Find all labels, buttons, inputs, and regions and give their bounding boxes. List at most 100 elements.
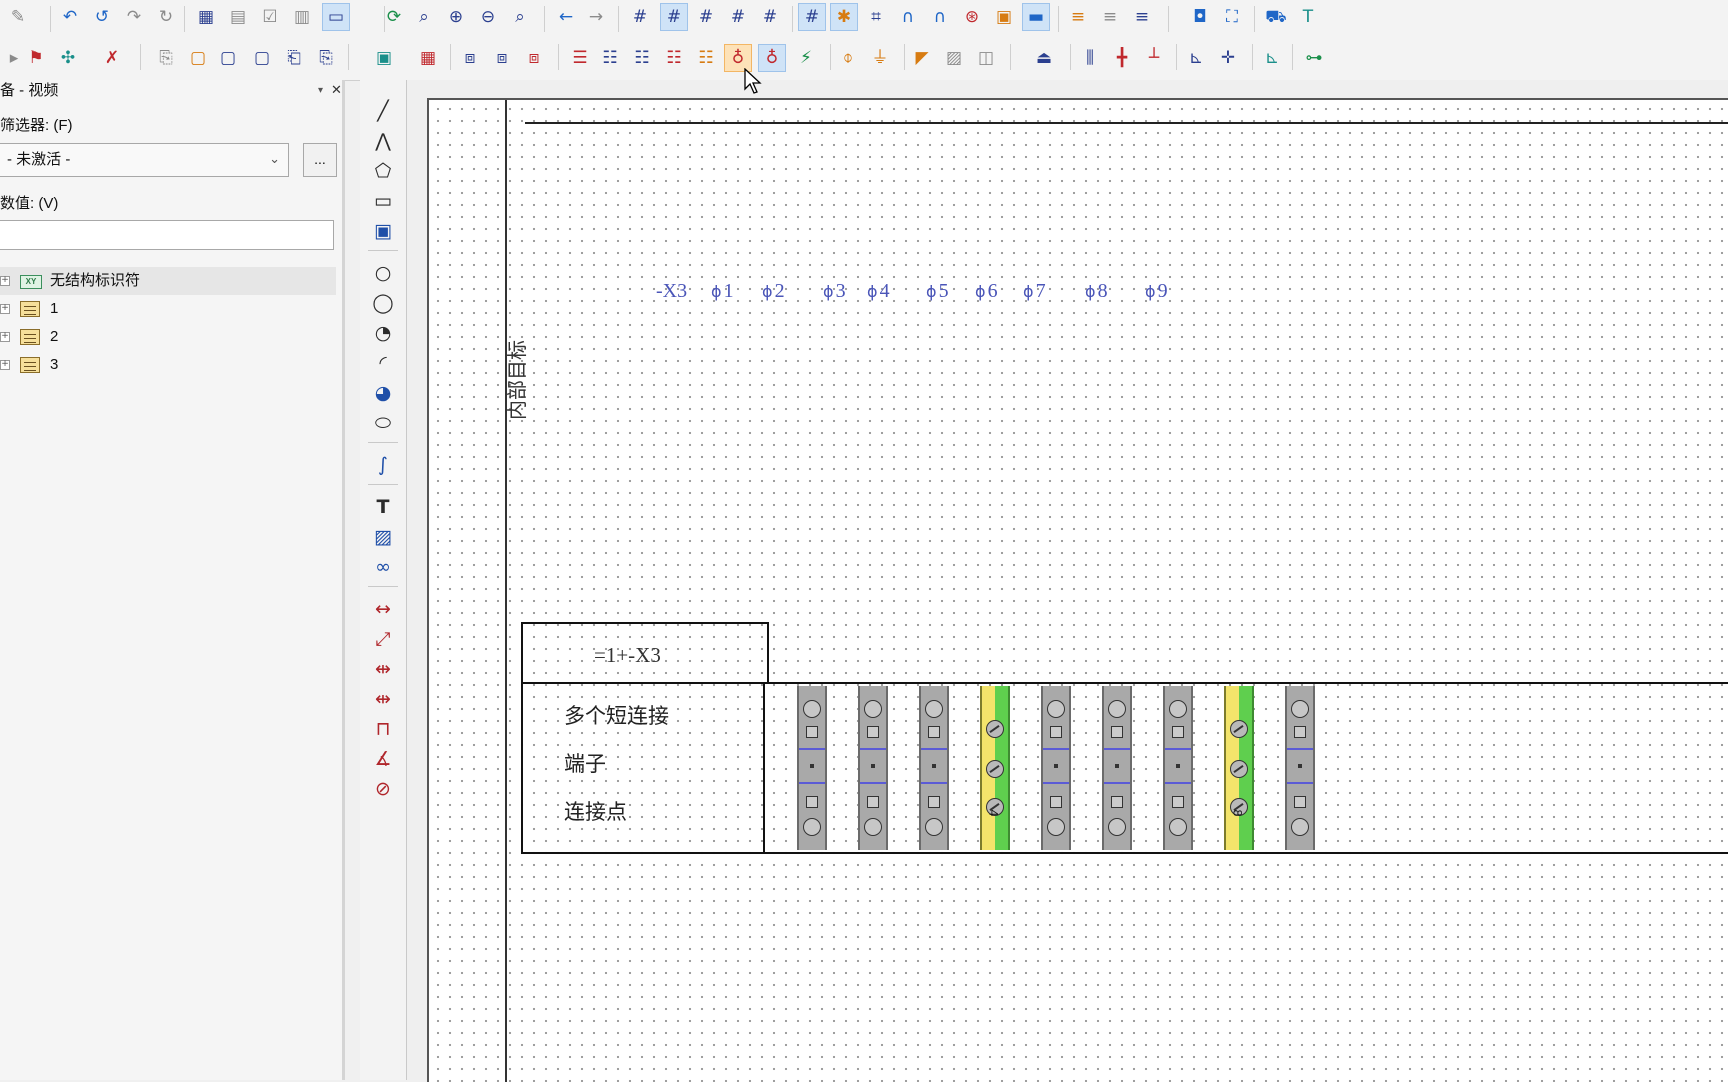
terminal-label[interactable]: ϕ6 [975, 280, 998, 303]
spline-icon[interactable]: ∫ [369, 452, 397, 478]
page-properties-icon[interactable]: ▢ [214, 44, 242, 72]
snap-point-icon[interactable]: ⌗ [862, 3, 890, 31]
tee-connect-icon[interactable]: ┴ [1140, 44, 1168, 72]
sector-icon[interactable]: ◕ [369, 380, 397, 406]
tree-item-structure[interactable]: + XY 无结构标识符 [0, 267, 336, 295]
page-next-icon[interactable]: ⎘ [312, 44, 340, 72]
shield-cable-icon[interactable]: ⏚ [866, 44, 894, 72]
expand-icon[interactable]: + [0, 332, 10, 342]
terminal-block[interactable] [1041, 686, 1071, 850]
lines-b-icon[interactable]: ≡ [1096, 3, 1124, 31]
brush-icon[interactable]: ✎ [4, 3, 32, 31]
terminal-label[interactable]: ϕ7 [1023, 280, 1046, 303]
symbol-a-icon[interactable]: ⧈ [456, 44, 484, 72]
graphic-edit-icon[interactable]: ▣ [370, 44, 398, 72]
terminal-label[interactable]: ϕ4 [867, 280, 890, 303]
tree-item-1[interactable]: + 1 [0, 295, 336, 323]
symbol-b-icon[interactable]: ⧈ [488, 44, 516, 72]
layer-icon[interactable]: ▣ [990, 3, 1018, 31]
input-assist-icon[interactable]: ⊛ [958, 3, 986, 31]
terminal-label[interactable]: ϕ2 [762, 280, 785, 303]
undo-icon[interactable]: ↶ [56, 3, 84, 31]
strip-designation[interactable]: -X3 [656, 280, 687, 303]
terminal-label[interactable]: ϕ8 [1085, 280, 1108, 303]
dimension-chain-icon[interactable]: ⇹ [369, 656, 397, 682]
cable-icon[interactable]: ⌽ [834, 44, 862, 72]
terminal-number-icon[interactable]: ☷ [692, 44, 720, 72]
pe-terminal-block[interactable]: 8 [1224, 686, 1254, 850]
filter-select[interactable]: - 未激活 - ⌄ [0, 143, 289, 177]
terminal-label[interactable]: ϕ3 [823, 280, 846, 303]
flag-page-icon[interactable]: ⚑ [22, 44, 50, 72]
forward-arrow-icon[interactable]: → [582, 3, 610, 31]
pe-terminal-block[interactable]: 4 [980, 686, 1010, 850]
terminal-label[interactable]: ϕ1 [711, 280, 734, 303]
grid-d-icon[interactable]: # [724, 3, 752, 31]
image-icon[interactable]: ▨ [369, 524, 397, 550]
cart-icon[interactable]: ⛟ [1262, 3, 1290, 31]
lines-c-icon[interactable]: ≡ [1128, 3, 1156, 31]
window-icon[interactable]: ▭ [322, 3, 350, 31]
hatch-icon[interactable]: ▨ [940, 44, 968, 72]
dimension-angle-icon[interactable]: ∡ [369, 746, 397, 772]
grid-c-icon[interactable]: # [692, 3, 720, 31]
terminal-block[interactable] [919, 686, 949, 850]
page-layout-icon[interactable]: ▦ [192, 3, 220, 31]
angle-down-icon[interactable]: ⊾ [1182, 44, 1210, 72]
terminal-move-icon[interactable]: ☷ [628, 44, 656, 72]
new-page-icon[interactable]: ▢ [184, 44, 212, 72]
arc-3pt-icon[interactable]: ◜ [369, 350, 397, 376]
arc-icon[interactable]: ◔ [369, 320, 397, 346]
text-frame-icon[interactable]: T [1294, 3, 1322, 31]
refresh-icon[interactable]: ⟳ [380, 3, 408, 31]
copy-page-icon[interactable]: ⎘ [152, 44, 180, 72]
text-box-icon[interactable]: ▣ [369, 218, 397, 244]
terminal-block[interactable] [1285, 686, 1315, 850]
line-icon[interactable]: ╱ [369, 98, 397, 124]
more-button[interactable]: ... [303, 143, 337, 177]
expand-icon[interactable]: + [0, 304, 10, 314]
dimension-stack-icon[interactable]: ⊓ [369, 716, 397, 742]
symbol-c-icon[interactable]: ⧈ [520, 44, 548, 72]
small-window-icon[interactable]: ◘ [1186, 3, 1214, 31]
terminal-block[interactable] [858, 686, 888, 850]
snap-grid-icon[interactable]: ✱ [830, 3, 858, 31]
busbar-icon[interactable]: ⫼ [1076, 44, 1104, 72]
terminal-block[interactable] [1102, 686, 1132, 850]
dimension-radius-icon[interactable]: ⊘ [369, 776, 397, 802]
panel-splitter[interactable] [342, 80, 345, 1080]
undo-list-icon[interactable]: ↺ [88, 3, 116, 31]
ground-icon[interactable]: ⏏ [1030, 44, 1058, 72]
terminal-label[interactable]: ϕ9 [1145, 280, 1168, 303]
junction-icon[interactable]: ✛ [1214, 44, 1242, 72]
fit-frame-icon[interactable]: ⛶ [1218, 3, 1246, 31]
magnet-icon[interactable]: ∩ [894, 3, 922, 31]
zoom-out-icon[interactable]: ⊖ [474, 3, 502, 31]
drawing-canvas[interactable]: 内部目标 -X3 ϕ1 ϕ2 ϕ3 ϕ4 ϕ5 ϕ6 ϕ7 ϕ8 ϕ9 =1+-… [407, 80, 1728, 1082]
polyline-icon[interactable]: ⋀ [369, 128, 397, 154]
back-arrow-icon[interactable]: ← [552, 3, 580, 31]
delete-flag-icon[interactable]: ✗ [98, 44, 126, 72]
zoom-all-icon[interactable]: ⌕ [506, 3, 534, 31]
grid-show-icon[interactable]: # [798, 3, 826, 31]
break-icon[interactable]: ⊾ [1258, 44, 1286, 72]
close-icon[interactable]: ✕ [331, 80, 342, 102]
grid-a-icon[interactable]: # [626, 3, 654, 31]
strip-header[interactable]: =1+-X3 [594, 643, 661, 668]
link-icon[interactable]: ∞ [369, 554, 397, 580]
zoom-window-icon[interactable]: ⌕ [410, 3, 438, 31]
terminal-block[interactable] [797, 686, 827, 850]
grid-b-icon[interactable]: # [660, 3, 688, 31]
expand-icon[interactable]: + [0, 276, 10, 286]
zoom-in-icon[interactable]: ⊕ [442, 3, 470, 31]
ellipse-icon[interactable]: ⬭ [369, 410, 397, 436]
frame-icon[interactable]: ◫ [972, 44, 1000, 72]
page-view-icon[interactable]: ▤ [224, 3, 252, 31]
dimension-linear-icon[interactable]: ↔ [369, 596, 397, 622]
circle-3pt-icon[interactable]: ◯ [369, 290, 397, 316]
redo-icon[interactable]: ↷ [120, 3, 148, 31]
magnet-object-icon[interactable]: ∩ [926, 3, 954, 31]
cross-connect-icon[interactable]: ╋ [1108, 44, 1136, 72]
dimension-aligned-icon[interactable]: ⤢ [369, 626, 397, 652]
lines-a-icon[interactable]: ≡ [1064, 3, 1092, 31]
